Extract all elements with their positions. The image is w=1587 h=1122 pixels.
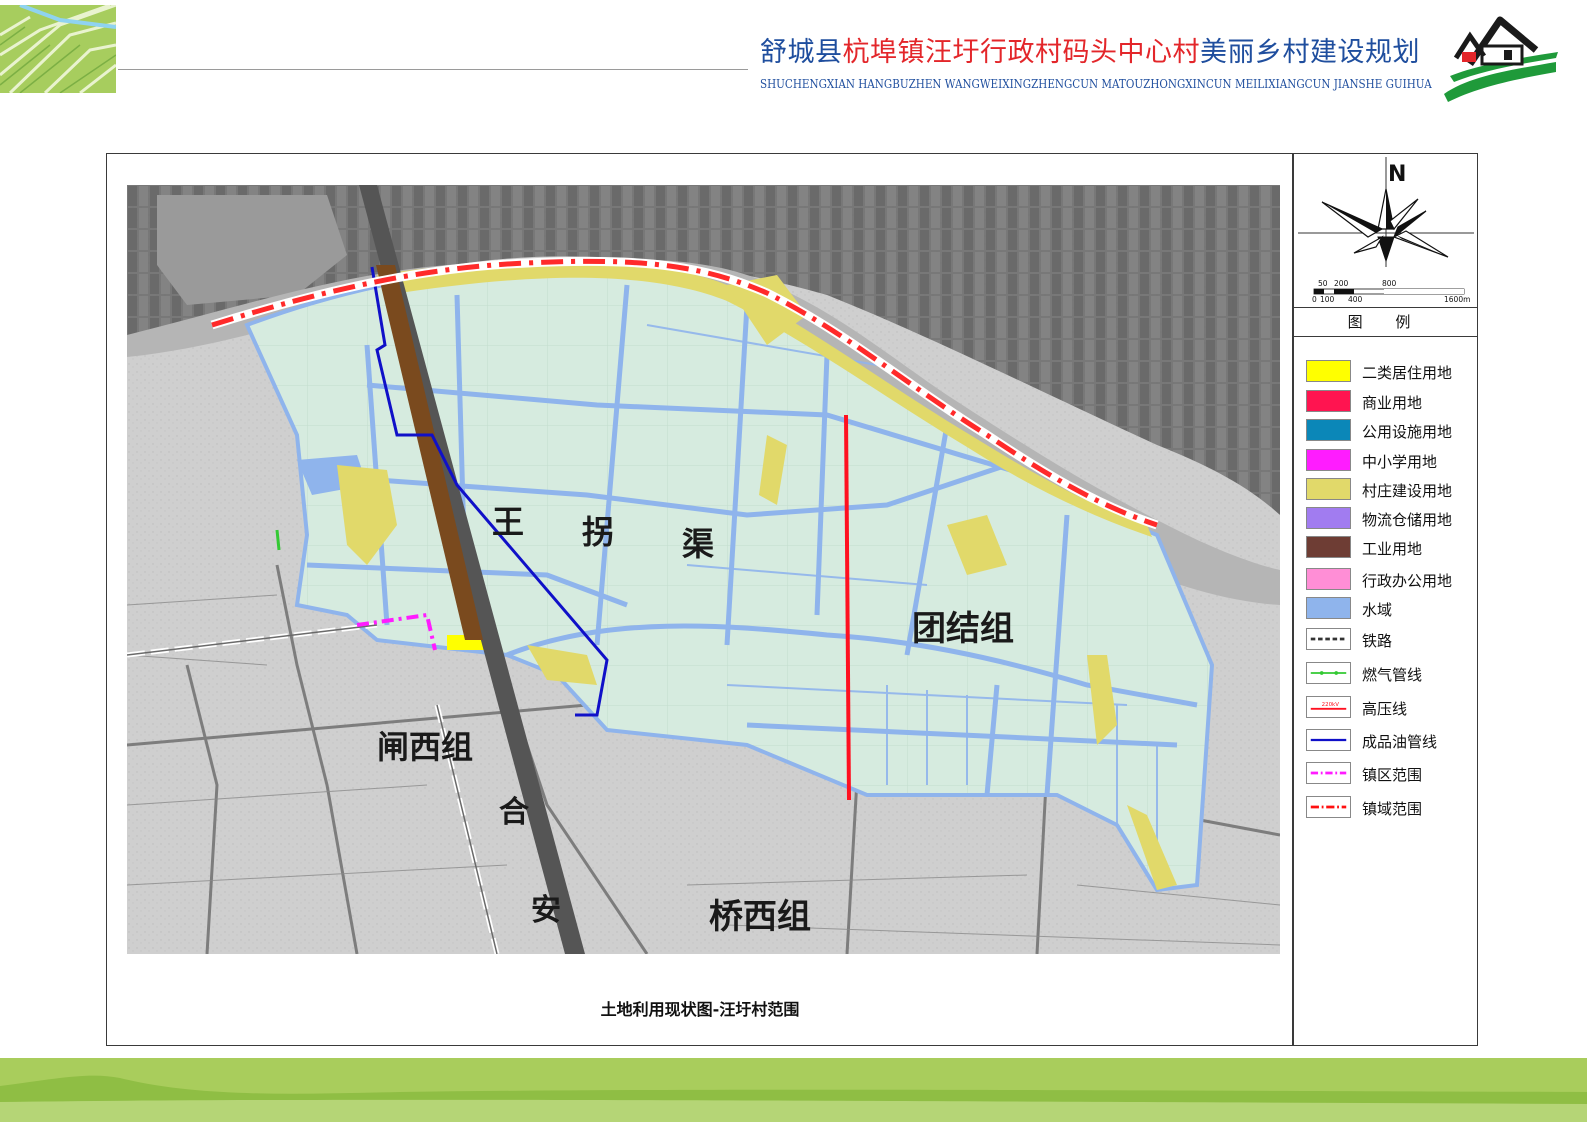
legend-swatch [1306, 478, 1351, 500]
tuanjie-group-label: 团结组 [912, 609, 1014, 649]
scale-0: 0 [1312, 295, 1317, 304]
scale-200: 200 [1334, 279, 1349, 288]
bottom-hills-band [0, 1058, 1587, 1122]
channel-label-3: 渠 [682, 525, 714, 563]
scale-800: 800 [1382, 279, 1397, 288]
plan-subtitle: SHUCHENGXIAN HANGBUZHEN WANGWEIXINGZHENG… [760, 76, 1432, 91]
channel-label-1: 王 [492, 503, 524, 541]
title-part-county: 舒城县 [760, 37, 843, 68]
legend-label: 二类居住用地 [1362, 364, 1453, 382]
scale-50: 50 [1318, 279, 1328, 288]
legend-label: 成品油管线 [1362, 733, 1438, 751]
legend-label: 物流仓储用地 [1362, 511, 1453, 529]
legend-swatch [1306, 597, 1351, 619]
legend-label: 镇区范围 [1362, 766, 1423, 784]
gas-swatch [1306, 662, 1351, 684]
legend-label: 铁路 [1362, 632, 1393, 650]
highway-label-1: 合 [499, 795, 529, 830]
legend-label: 燃气管线 [1362, 666, 1423, 684]
legend-label: 高压线 [1362, 700, 1408, 718]
title-part-village: 杭埠镇汪圩行政村码头中心村 [842, 37, 1200, 68]
legend-label: 中小学用地 [1362, 453, 1438, 471]
legend-label: 镇域范围 [1362, 800, 1423, 818]
gas-pipeline [275, 529, 281, 551]
legend-label: 工业用地 [1362, 540, 1423, 558]
legend-swatch [1306, 536, 1351, 558]
legend-swatch [1306, 507, 1351, 529]
legend-swatch [1306, 360, 1351, 382]
header-rule [118, 69, 748, 70]
legend-swatch [1306, 449, 1351, 471]
legend-label: 商业用地 [1362, 394, 1423, 412]
highway-label-2: 安 [531, 893, 561, 928]
qiaoxi-group-label: 桥西组 [709, 897, 811, 937]
title-part-plan: 美丽乡村建设规划 [1200, 37, 1420, 68]
scale-1600: 1600m [1444, 295, 1470, 304]
legend-swatch [1306, 568, 1351, 590]
legend-label: 公用设施用地 [1362, 423, 1453, 441]
house-logo [1444, 16, 1558, 102]
legend-label: 村庄建设用地 [1362, 482, 1453, 500]
channel-label-2: 拐 [582, 513, 614, 551]
north-compass: N 50 200 800 0 100 400 1600m [1298, 157, 1474, 304]
legend-title: 图 例 [1294, 307, 1478, 337]
town-area-swatch [1306, 762, 1351, 784]
boundary-swatch [1306, 796, 1351, 818]
legend-label: 行政办公用地 [1362, 572, 1453, 590]
scale-400: 400 [1348, 295, 1363, 304]
scale-100: 100 [1320, 295, 1335, 304]
compass-n: N [1388, 162, 1406, 187]
legend-divider [1292, 153, 1294, 1046]
field-logo [0, 5, 116, 93]
zhaxi-group-label: 闸西组 [377, 728, 473, 766]
legend-swatch [1306, 419, 1351, 441]
hv-mark: 220kV [1322, 702, 1340, 708]
high-voltage-swatch: 220kV [1306, 696, 1351, 718]
legend-label: 水域 [1362, 601, 1393, 619]
legend-swatch [1306, 390, 1351, 412]
plan-title: 舒城县杭埠镇汪圩行政村码头中心村美丽乡村建设规划 [760, 30, 1420, 69]
railway-swatch [1306, 628, 1351, 650]
oil-swatch [1306, 729, 1351, 751]
map-caption: 土地利用现状图-汪圩村范围 [600, 1000, 800, 1019]
land-use-map: 王 拐 渠 团结组 闸西组 桥西组 合 安 [127, 185, 1280, 954]
